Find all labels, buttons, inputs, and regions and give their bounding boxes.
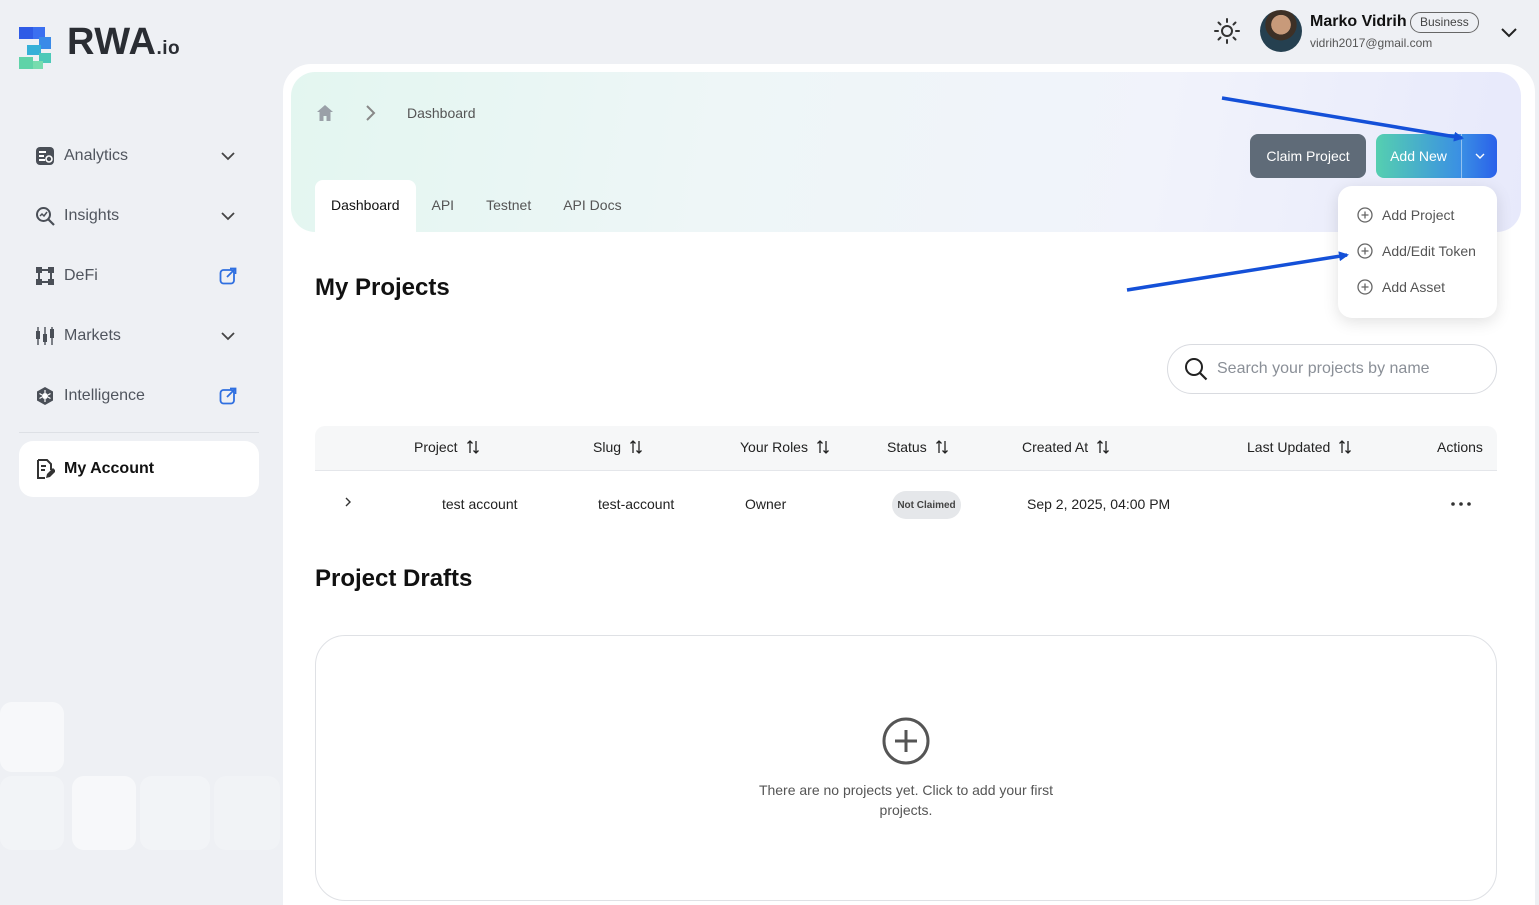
tab-api-docs[interactable]: API Docs <box>547 180 637 232</box>
home-icon[interactable] <box>316 104 334 122</box>
menu-item-label: Add/Edit Token <box>1382 243 1476 259</box>
menu-item-label: Add Asset <box>1382 279 1446 295</box>
user-email: vidrih2017@gmail.com <box>1310 36 1433 50</box>
external-link-icon <box>219 387 237 405</box>
menu-item-add-project[interactable]: Add Project <box>1338 197 1497 233</box>
account-icon <box>34 459 55 480</box>
sidebar-item-my-account[interactable]: My Account <box>19 441 259 497</box>
tab-testnet[interactable]: Testnet <box>470 180 547 232</box>
avatar[interactable] <box>1260 10 1302 52</box>
sidebar-item-label: Markets <box>64 327 121 344</box>
drafts-empty-state[interactable] <box>315 635 1497 901</box>
chevron-down-icon <box>219 147 237 165</box>
column-header-last-updated[interactable]: Last Updated <box>1247 439 1352 455</box>
add-new-menu: Add Project Add/Edit Token Add Asset <box>1338 186 1497 318</box>
defi-icon <box>34 266 55 287</box>
chevron-down-icon <box>219 207 237 225</box>
decorative-tile <box>72 776 136 850</box>
add-new-button[interactable]: Add New <box>1376 148 1461 164</box>
column-header-created-at[interactable]: Created At <box>1022 439 1110 455</box>
sidebar-item-markets[interactable]: Markets <box>19 306 259 366</box>
menu-item-add-asset[interactable]: Add Asset <box>1338 269 1497 305</box>
cell-project: test account <box>442 496 518 512</box>
project-drafts-heading: Project Drafts <box>315 565 473 592</box>
my-projects-heading: My Projects <box>315 274 450 301</box>
decorative-tile <box>0 776 64 850</box>
sidebar-item-analytics[interactable]: Analytics <box>19 126 259 186</box>
intelligence-icon <box>34 386 55 407</box>
sidebar-nav: Analytics Insights DeFi Markets Intellig… <box>19 126 259 497</box>
chevron-down-icon <box>219 327 237 345</box>
analytics-icon <box>34 146 55 167</box>
menu-item-add-edit-token[interactable]: Add/Edit Token <box>1338 233 1497 269</box>
plus-circle-icon[interactable] <box>881 716 931 766</box>
plan-badge: Business <box>1410 12 1479 33</box>
claim-project-button[interactable]: Claim Project <box>1250 134 1366 178</box>
sidebar-item-intelligence[interactable]: Intelligence <box>19 366 259 426</box>
tab-api[interactable]: API <box>416 180 471 232</box>
add-new-dropdown-toggle[interactable] <box>1461 134 1497 178</box>
sort-icon <box>630 440 642 454</box>
chevron-down-icon[interactable] <box>1499 22 1519 42</box>
sun-icon[interactable] <box>1213 17 1241 45</box>
status-badge: Not Claimed <box>892 491 961 519</box>
sidebar-item-label: DeFi <box>64 267 98 284</box>
sidebar-item-label: My Account <box>64 460 155 477</box>
cell-roles: Owner <box>745 496 787 512</box>
empty-state-text: There are no projects yet. Click to add … <box>758 782 1054 818</box>
insights-icon <box>34 206 55 227</box>
brand-logo[interactable]: RWA.io <box>19 22 180 69</box>
user-name: Marko Vidrih <box>1310 13 1407 30</box>
breadcrumb-current: Dashboard <box>407 105 476 121</box>
plus-circle-icon <box>1357 243 1373 259</box>
cell-created-at: Sep 2, 2025, 04:00 PM <box>1027 496 1171 512</box>
chevron-right-icon <box>366 105 376 121</box>
sort-icon <box>1097 440 1110 454</box>
sidebar-item-label: Intelligence <box>64 387 145 404</box>
plus-circle-icon <box>1357 207 1373 223</box>
brand-name: RWA.io <box>67 21 181 63</box>
sidebar: RWA.io Analytics Insights DeFi Markets I… <box>0 0 283 905</box>
search-input[interactable] <box>1217 360 1477 378</box>
sort-icon <box>466 440 479 454</box>
menu-item-label: Add Project <box>1382 207 1455 223</box>
project-search <box>1167 344 1497 394</box>
search-icon <box>1185 358 1208 381</box>
column-header-roles[interactable]: Your Roles <box>740 439 830 455</box>
chevron-down-icon <box>1475 153 1484 159</box>
logo-mark-icon <box>19 27 51 69</box>
cell-slug: test-account <box>598 496 675 512</box>
add-new-button-group: Add New <box>1376 134 1497 178</box>
sidebar-item-label: Analytics <box>64 147 129 164</box>
decorative-tile <box>214 776 280 850</box>
sort-icon <box>1339 440 1352 454</box>
column-header-project[interactable]: Project <box>414 439 480 455</box>
sidebar-divider <box>19 432 259 433</box>
column-header-slug[interactable]: Slug <box>593 439 643 455</box>
column-header-actions: Actions <box>1437 439 1483 455</box>
external-link-icon <box>219 267 237 285</box>
plus-circle-icon <box>1357 279 1373 295</box>
tab-bar: Dashboard API Testnet API Docs <box>315 180 638 232</box>
markets-icon <box>34 326 55 347</box>
sort-icon <box>935 440 948 454</box>
sort-icon <box>817 440 829 454</box>
tab-dashboard[interactable]: Dashboard <box>315 180 416 232</box>
sidebar-item-label: Insights <box>64 207 120 224</box>
decorative-tile <box>140 776 210 850</box>
chevron-right-icon[interactable] <box>341 494 355 510</box>
column-header-status[interactable]: Status <box>887 439 949 455</box>
sidebar-item-insights[interactable]: Insights <box>19 186 259 246</box>
sidebar-item-defi[interactable]: DeFi <box>19 246 259 306</box>
decorative-tile <box>0 702 64 772</box>
more-actions-icon[interactable] <box>1448 494 1474 514</box>
